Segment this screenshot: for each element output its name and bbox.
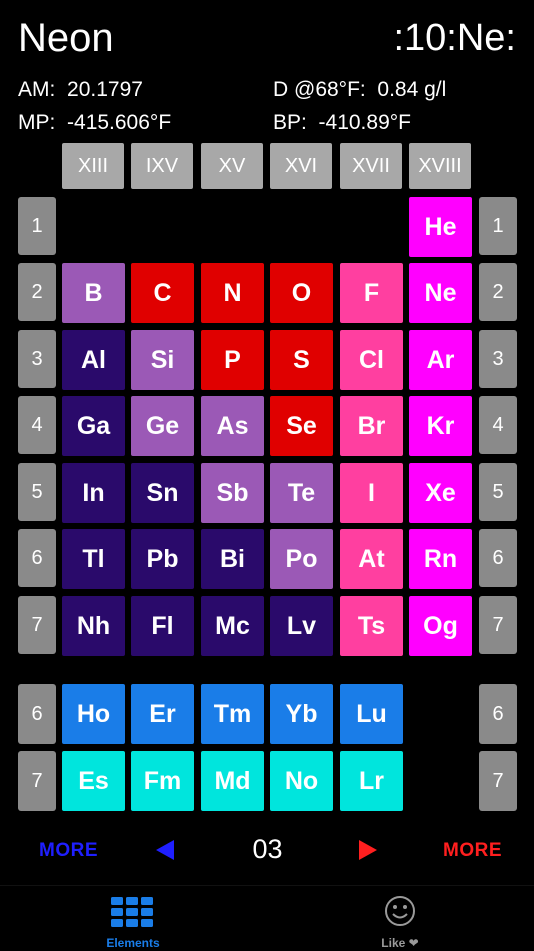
element-tile-tm[interactable]: Tm <box>201 684 264 744</box>
element-tile-at[interactable]: At <box>340 529 403 589</box>
element-tile-n[interactable]: N <box>201 263 264 323</box>
tab-elements[interactable]: Elements <box>58 886 208 951</box>
element-tile-sn[interactable]: Sn <box>131 463 194 523</box>
f-period-label-7-right[interactable]: 7 <box>479 751 517 811</box>
boiling-point-label: BP: <box>273 111 307 134</box>
period-label-5-left[interactable]: 5 <box>18 463 56 521</box>
element-tile-sb[interactable]: Sb <box>201 463 264 523</box>
element-tile-ne[interactable]: Ne <box>409 263 472 323</box>
period-label-4-left[interactable]: 4 <box>18 396 56 454</box>
element-tile-rn[interactable]: Rn <box>409 529 472 589</box>
period-label-7-right[interactable]: 7 <box>479 596 517 654</box>
atomic-mass-label: AM: <box>18 78 56 101</box>
melting-point-label: MP: <box>18 111 56 134</box>
boiling-point-value: -410.89°F <box>318 111 411 134</box>
element-tile-si[interactable]: Si <box>131 330 194 390</box>
element-tile-po[interactable]: Po <box>270 529 333 589</box>
element-tile-fl[interactable]: Fl <box>131 596 194 656</box>
period-label-3-right[interactable]: 3 <box>479 330 517 388</box>
element-tile-md[interactable]: Md <box>201 751 264 811</box>
element-tile-ho[interactable]: Ho <box>62 684 125 744</box>
group-header-16[interactable]: XVI <box>270 143 332 189</box>
element-tile-no[interactable]: No <box>270 751 333 811</box>
element-tile-ar[interactable]: Ar <box>409 330 472 390</box>
element-tile-yb[interactable]: Yb <box>270 684 333 744</box>
f-period-label-6-left[interactable]: 6 <box>18 684 56 744</box>
tab-like-label: Like ❤ <box>381 936 419 950</box>
element-tile-fm[interactable]: Fm <box>131 751 194 811</box>
element-tile-tl[interactable]: Tl <box>62 529 125 589</box>
element-tile-te[interactable]: Te <box>270 463 333 523</box>
density-value: 0.84 g/l <box>377 78 447 101</box>
element-tile-mc[interactable]: Mc <box>201 596 264 656</box>
period-label-1-left[interactable]: 1 <box>18 197 56 255</box>
element-tile-er[interactable]: Er <box>131 684 194 744</box>
page-number: 03 <box>252 834 283 864</box>
more-right-button[interactable]: MORE <box>443 840 502 862</box>
f-period-label-7-left[interactable]: 7 <box>18 751 56 811</box>
element-tile-al[interactable]: Al <box>62 330 125 390</box>
triangle-left-icon[interactable] <box>154 838 176 867</box>
element-code: :10:Ne: <box>393 17 516 59</box>
group-header-14[interactable]: IXV <box>131 143 193 189</box>
element-tile-p[interactable]: P <box>201 330 264 390</box>
element-tile-se[interactable]: Se <box>270 396 333 456</box>
group-header-15[interactable]: XV <box>201 143 263 189</box>
element-tile-ts[interactable]: Ts <box>340 596 403 656</box>
element-tile-as[interactable]: As <box>201 396 264 456</box>
element-tile-b[interactable]: B <box>62 263 125 323</box>
period-label-2-left[interactable]: 2 <box>18 263 56 321</box>
element-tile-s[interactable]: S <box>270 330 333 390</box>
element-tile-c[interactable]: C <box>131 263 194 323</box>
density-info: D @68°F: 0.84 g/l <box>273 77 446 103</box>
period-label-6-left[interactable]: 6 <box>18 529 56 587</box>
more-left-button[interactable]: MORE <box>39 840 98 862</box>
atomic-mass-value: 20.1797 <box>67 78 143 101</box>
group-header-17[interactable]: XVII <box>340 143 402 189</box>
grid-icon <box>111 897 155 932</box>
element-tile-og[interactable]: Og <box>409 596 472 656</box>
element-tile-cl[interactable]: Cl <box>340 330 403 390</box>
tab-elements-label: Elements <box>106 936 160 950</box>
element-tile-lv[interactable]: Lv <box>270 596 333 656</box>
period-label-1-right[interactable]: 1 <box>479 197 517 255</box>
element-tile-bi[interactable]: Bi <box>201 529 264 589</box>
element-tile-he[interactable]: He <box>409 197 472 257</box>
smiley-icon <box>384 895 416 932</box>
period-label-7-left[interactable]: 7 <box>18 596 56 654</box>
element-tile-nh[interactable]: Nh <box>62 596 125 656</box>
element-tile-br[interactable]: Br <box>340 396 403 456</box>
melting-point-value: -415.606°F <box>67 111 172 134</box>
element-tile-ge[interactable]: Ge <box>131 396 194 456</box>
density-label: D @68°F: <box>273 78 366 101</box>
period-label-4-right[interactable]: 4 <box>479 396 517 454</box>
element-tile-xe[interactable]: Xe <box>409 463 472 523</box>
element-tile-f[interactable]: F <box>340 263 403 323</box>
triangle-right-icon[interactable] <box>357 838 379 867</box>
element-tile-kr[interactable]: Kr <box>409 396 472 456</box>
period-label-6-right[interactable]: 6 <box>479 529 517 587</box>
element-tile-es[interactable]: Es <box>62 751 125 811</box>
atomic-mass-info: AM: 20.1797 <box>18 77 143 103</box>
element-tile-i[interactable]: I <box>340 463 403 523</box>
boiling-point-info: BP: -410.89°F <box>273 110 411 136</box>
element-tile-o[interactable]: O <box>270 263 333 323</box>
period-label-5-right[interactable]: 5 <box>479 463 517 521</box>
element-tile-pb[interactable]: Pb <box>131 529 194 589</box>
period-label-2-right[interactable]: 2 <box>479 263 517 321</box>
element-tile-in[interactable]: In <box>62 463 125 523</box>
element-tile-lr[interactable]: Lr <box>340 751 403 811</box>
melting-point-info: MP: -415.606°F <box>18 110 171 136</box>
tab-like[interactable]: Like ❤ <box>325 886 475 951</box>
group-header-18[interactable]: XVIII <box>409 143 471 189</box>
page-title: Neon <box>18 16 114 60</box>
element-tile-lu[interactable]: Lu <box>340 684 403 744</box>
group-header-13[interactable]: XIII <box>62 143 124 189</box>
f-period-label-6-right[interactable]: 6 <box>479 684 517 744</box>
period-label-3-left[interactable]: 3 <box>18 330 56 388</box>
tab-bar: Elements Like ❤ <box>0 885 534 951</box>
element-tile-ga[interactable]: Ga <box>62 396 125 456</box>
